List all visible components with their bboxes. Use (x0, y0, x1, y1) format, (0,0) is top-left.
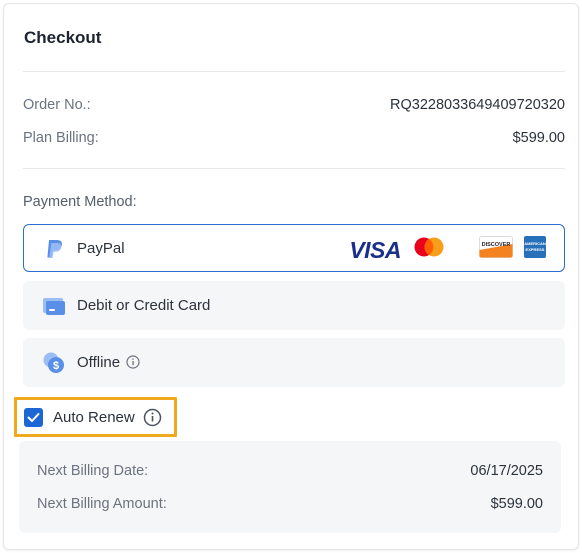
offline-label-text: Offline (77, 354, 121, 371)
payment-option-paypal[interactable]: PayPal VISA DISCOVER AMERICAN EXPRESS (23, 224, 565, 272)
discover-logo-icon: DISCOVER (479, 236, 513, 258)
next-billing-date-label: Next Billing Date: (37, 463, 149, 479)
mastercard-logo-icon (412, 236, 446, 258)
info-icon[interactable] (126, 355, 140, 369)
order-number-label: Order No.: (23, 97, 91, 113)
checkmark-icon (27, 413, 40, 422)
visa-logo-icon: VISA (349, 237, 401, 263)
discover-logo-text: DISCOVER (482, 242, 511, 248)
plan-billing-label: Plan Billing: (23, 130, 99, 146)
next-billing-panel: Next Billing Date: 06/17/2025 Next Billi… (19, 441, 561, 533)
amex-logo-icon: AMERICAN EXPRESS (524, 236, 546, 258)
auto-renew-checkbox[interactable] (24, 408, 43, 427)
next-billing-amount-label: Next Billing Amount: (37, 496, 167, 512)
plan-billing-value: $599.00 (512, 130, 565, 146)
page-title: Checkout (24, 28, 102, 47)
next-billing-date-value: 06/17/2025 (470, 463, 543, 479)
payment-option-offline[interactable]: $ Offline (23, 338, 565, 387)
auto-renew-label: Auto Renew (53, 409, 135, 426)
divider (23, 71, 565, 72)
payment-option-label: Offline (77, 354, 140, 371)
divider (23, 168, 565, 169)
paypal-icon (42, 237, 66, 261)
svg-text:AMERICAN: AMERICAN (524, 241, 546, 246)
svg-text:$: $ (53, 360, 59, 372)
payment-option-label: PayPal (77, 240, 125, 257)
next-billing-amount-value: $599.00 (490, 496, 543, 512)
auto-renew-highlight: Auto Renew (14, 397, 177, 437)
payment-option-card[interactable]: Debit or Credit Card (23, 281, 565, 330)
payment-method-label: Payment Method: (23, 194, 137, 210)
payment-option-label: Debit or Credit Card (77, 297, 211, 314)
svg-text:EXPRESS: EXPRESS (526, 247, 545, 252)
offline-payment-icon: $ (42, 351, 66, 375)
info-icon[interactable] (143, 408, 162, 427)
credit-card-icon (42, 294, 66, 318)
order-number-value: RQ3228033649409720320 (390, 97, 565, 113)
